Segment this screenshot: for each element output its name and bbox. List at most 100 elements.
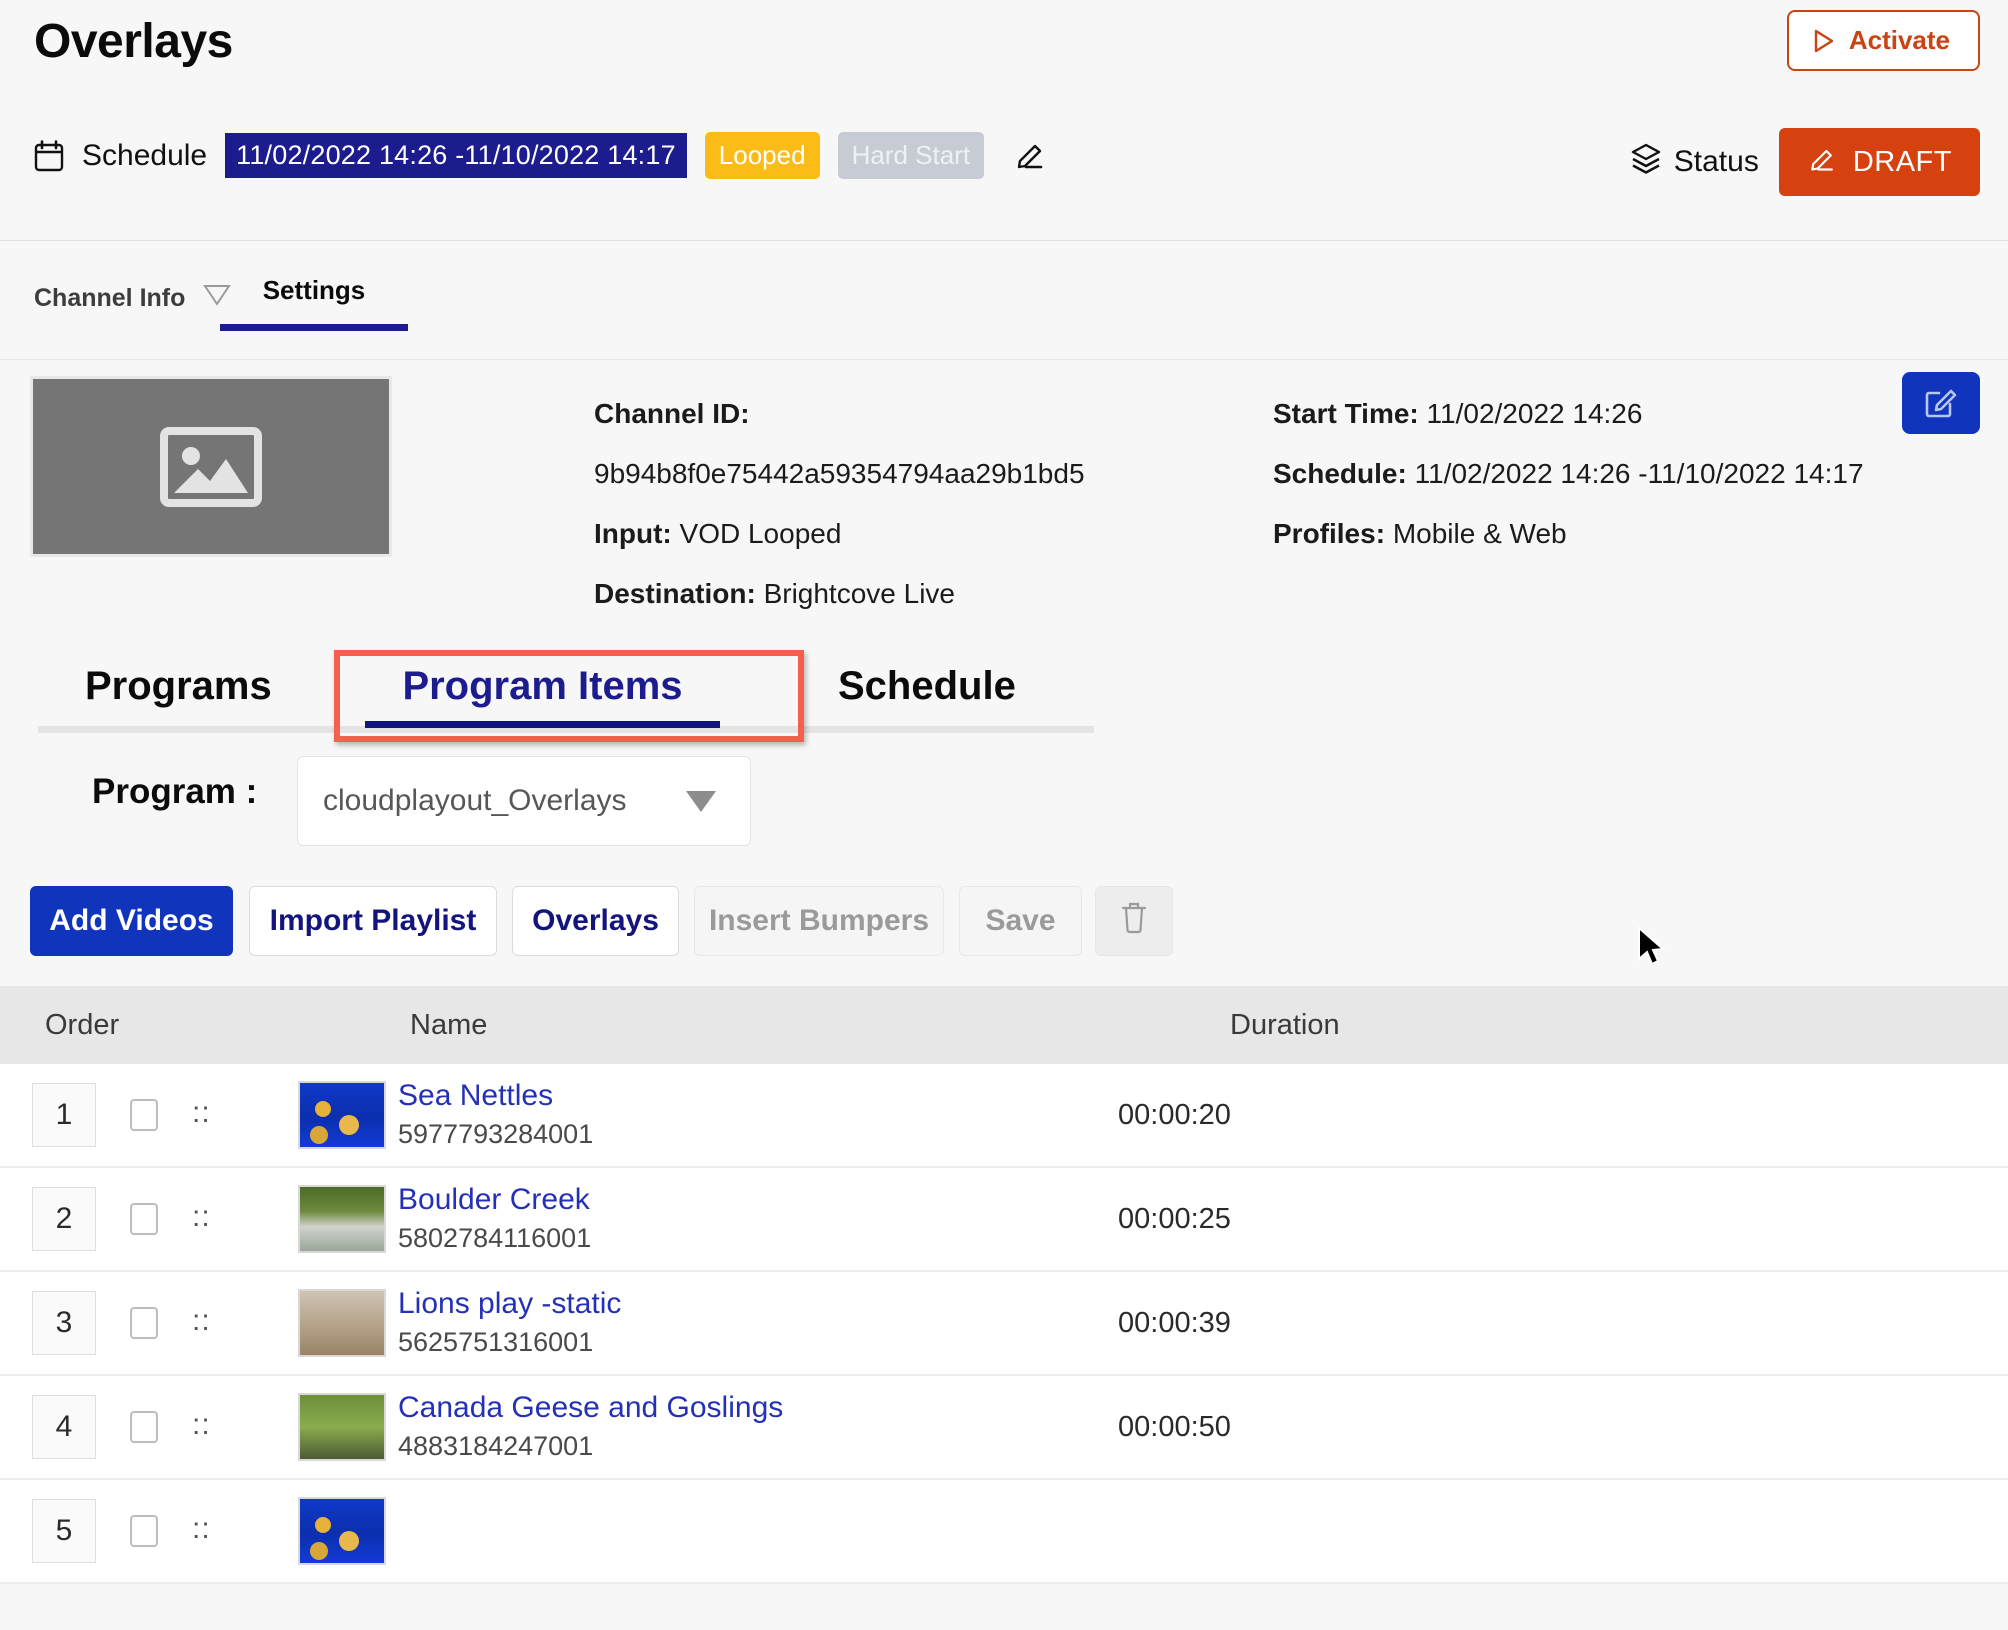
destination-value: Brightcove Live: [763, 578, 955, 609]
duration-cell: 00:00:39: [1118, 1306, 1231, 1339]
schedule-range-value[interactable]: 11/02/2022 14:26 -11/10/2022 14:17: [225, 133, 687, 178]
trash-icon: [1118, 900, 1150, 942]
play-triangle-icon: [1813, 29, 1835, 53]
status-badge-label: DRAFT: [1852, 145, 1952, 178]
tab-programs[interactable]: Programs: [85, 664, 272, 709]
image-placeholder-icon: [160, 426, 262, 507]
save-button: Save: [959, 886, 1082, 956]
tab-settings-label: Settings: [262, 275, 366, 305]
schedule-detail-label: Schedule:: [1273, 458, 1407, 489]
table-row[interactable]: 3:: Lions play -static 5625751316001 00:00:…: [0, 1272, 2008, 1376]
schedule-label: Schedule: [82, 138, 208, 172]
caret-down-icon: [686, 790, 716, 812]
column-header-order: Order: [45, 1008, 120, 1041]
table-row[interactable]: 1:: Sea Nettles 5977793284001 00:00:20: [0, 1064, 2008, 1168]
activate-button[interactable]: Activate: [1786, 10, 1980, 71]
video-id: 4883184247001: [398, 1431, 594, 1461]
layers-icon: [1630, 142, 1662, 182]
destination-label: Destination:: [594, 578, 756, 609]
video-id: 5802784116001: [398, 1223, 592, 1253]
program-tab-bar: Programs Program Items Schedule: [0, 650, 2008, 760]
name-cell: Lions play -static 5625751316001: [298, 1285, 1118, 1361]
activate-button-label: Activate: [1848, 25, 1950, 55]
drag-handle-icon[interactable]: ::: [192, 1096, 211, 1130]
program-selector-row: Program : cloudplayout_Overlays: [0, 756, 2008, 864]
name-text-group: Boulder Creek 5802784116001: [386, 1181, 591, 1257]
pencil-icon: [1807, 143, 1837, 181]
table-row[interactable]: 2:: Boulder Creek 5802784116001 00:00:25: [0, 1168, 2008, 1272]
order-number: 1: [32, 1083, 96, 1147]
channel-id-value: 9b94b8f0e75442a59354794aa29b1bd5: [594, 458, 1085, 489]
sub-tab-bar: Channel Info Settings: [0, 241, 2008, 360]
video-thumbnail: [298, 1393, 386, 1461]
video-thumbnail: [298, 1497, 386, 1565]
status-label: Status: [1673, 145, 1759, 178]
calendar-icon: [34, 139, 64, 172]
drag-handle-icon[interactable]: ::: [192, 1200, 211, 1234]
page-title: Overlays: [34, 15, 233, 68]
status-area: Status: [1630, 142, 1759, 182]
channel-thumbnail: [30, 376, 392, 557]
name-text-group: Sea Nettles 5977793284001: [386, 1077, 593, 1153]
name-text-group: Canada Geese and Goslings 4883184247001: [386, 1389, 783, 1465]
channel-info-right: Start Time: 11/02/2022 14:26 Schedule: 1…: [1273, 384, 1864, 564]
edit-square-icon: [1923, 384, 1959, 423]
action-button-row: Add Videos Import Playlist Overlays Inse…: [0, 886, 2008, 986]
column-header-duration: Duration: [1230, 1008, 1340, 1041]
table-row[interactable]: 5::: [0, 1480, 2008, 1584]
row-checkbox[interactable]: [130, 1515, 158, 1547]
order-number: 4: [32, 1395, 96, 1459]
table-header-row: Order Name Duration: [0, 986, 2008, 1064]
status-badge[interactable]: DRAFT: [1778, 128, 1980, 196]
add-videos-button[interactable]: Add Videos: [30, 886, 233, 956]
insert-bumpers-button: Insert Bumpers: [694, 886, 944, 956]
destination-row: Destination: Brightcove Live: [594, 564, 1085, 624]
row-checkbox[interactable]: [130, 1307, 158, 1339]
name-cell: [298, 1497, 1118, 1565]
video-title-link[interactable]: Sea Nettles: [398, 1077, 593, 1115]
channel-detail-panel: Channel ID: 9b94b8f0e75442a59354794aa29b…: [0, 360, 2008, 660]
start-time-row: Start Time: 11/02/2022 14:26: [1273, 384, 1864, 444]
tab-channel-info[interactable]: Channel Info: [34, 283, 232, 314]
drag-handle-icon[interactable]: ::: [192, 1408, 211, 1442]
profiles-label: Profiles:: [1273, 518, 1386, 549]
tab-channel-info-label: Channel Info: [34, 284, 186, 312]
row-checkbox[interactable]: [130, 1099, 158, 1131]
tab-program-items-label: Program Items: [402, 664, 683, 708]
video-title-link[interactable]: Boulder Creek: [398, 1181, 591, 1219]
row-checkbox[interactable]: [130, 1411, 158, 1443]
badge-hard-start[interactable]: Hard Start: [837, 132, 985, 179]
duration-cell: 00:00:50: [1118, 1410, 1231, 1443]
channel-id-label: Channel ID:: [594, 398, 750, 429]
schedule-bar: Schedule 11/02/2022 14:26 -11/10/2022 14…: [0, 110, 2008, 241]
drag-handle-icon[interactable]: ::: [192, 1304, 211, 1338]
tab-schedule[interactable]: Schedule: [838, 664, 1016, 709]
import-playlist-button[interactable]: Import Playlist: [249, 886, 497, 956]
edit-channel-button[interactable]: [1902, 372, 1980, 434]
video-title-link[interactable]: Lions play -static: [398, 1285, 621, 1323]
schedule-detail-value: 11/02/2022 14:26 -11/10/2022 14:17: [1414, 458, 1864, 489]
page-header: Overlays Activate: [0, 0, 2008, 110]
overlays-button[interactable]: Overlays: [512, 886, 679, 956]
schedule-edit-button[interactable]: [1008, 134, 1052, 178]
input-label: Input:: [594, 518, 672, 549]
program-select[interactable]: cloudplayout_Overlays: [297, 756, 751, 846]
delete-button: [1095, 886, 1173, 956]
name-text-group: Lions play -static 5625751316001: [386, 1285, 621, 1361]
video-thumbnail: [298, 1081, 386, 1149]
tab-program-items-underline: [365, 721, 720, 728]
video-id: 5625751316001: [398, 1327, 594, 1357]
order-number: 5: [32, 1499, 96, 1563]
badge-looped[interactable]: Looped: [704, 132, 820, 179]
drag-handle-icon[interactable]: ::: [192, 1512, 211, 1546]
tab-settings[interactable]: Settings: [220, 275, 408, 331]
channel-id-row: Channel ID:: [594, 384, 1085, 444]
name-cell: Canada Geese and Goslings 4883184247001: [298, 1389, 1118, 1465]
video-title-link[interactable]: Canada Geese and Goslings: [398, 1389, 783, 1427]
row-checkbox[interactable]: [130, 1203, 158, 1235]
table-body: 1:: Sea Nettles 5977793284001 00:00:20 2:: Bo…: [0, 1064, 2008, 1584]
duration-cell: 00:00:25: [1118, 1202, 1231, 1235]
tab-program-items[interactable]: Program Items: [365, 664, 720, 728]
table-row[interactable]: 4:: Canada Geese and Goslings488318424700…: [0, 1376, 2008, 1480]
schedule-group: Schedule 11/02/2022 14:26 -11/10/2022 14…: [34, 132, 1052, 179]
